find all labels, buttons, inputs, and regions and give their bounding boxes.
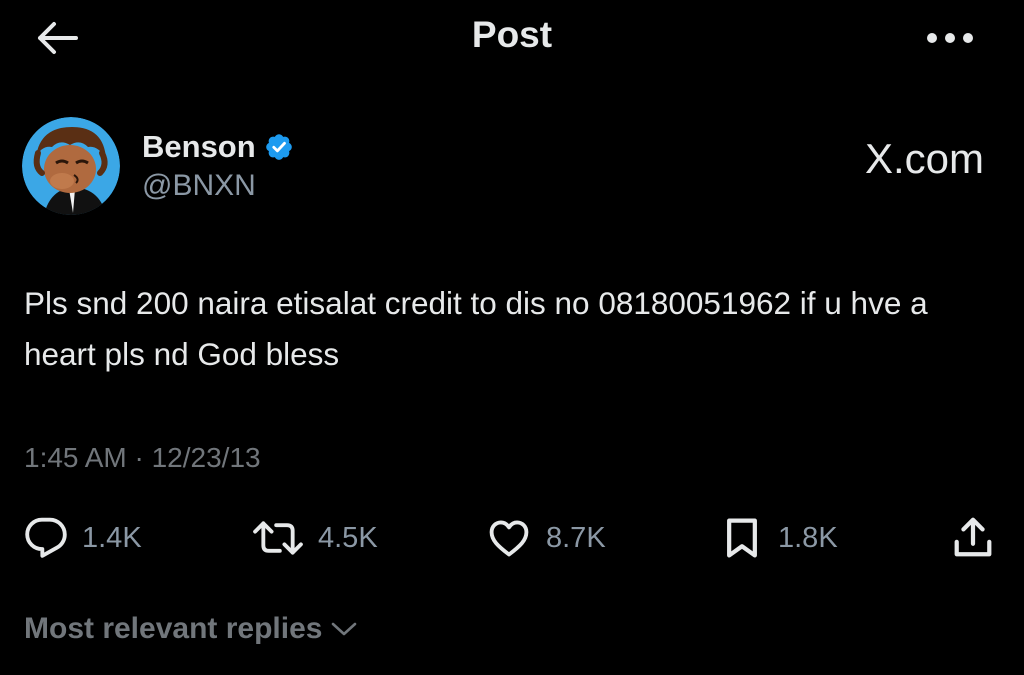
chevron-down-icon [332, 622, 357, 636]
post-author: Benson @BNXN X.com [22, 117, 1002, 217]
page-title: Post [471, 14, 553, 55]
author-name-row: Benson [142, 129, 294, 165]
post-text: Pls snd 200 naira etisalat credit to dis… [24, 285, 928, 372]
more-horizontal-icon [927, 33, 973, 43]
like-count: 8.7K [546, 521, 606, 554]
watermark: X.com [864, 135, 984, 182]
action-bar: 1.4K 4.5K 8.7K 1.8K [0, 510, 1024, 566]
author-handle[interactable]: @BNXN [142, 169, 256, 203]
post-timestamp[interactable]: 1:45 AM · 12/23/13 [24, 442, 261, 474]
share-icon [954, 517, 992, 557]
bookmark-count: 1.8K [778, 521, 838, 554]
author-name[interactable]: Benson [142, 129, 256, 165]
reply-count: 1.4K [82, 521, 142, 554]
avatar[interactable] [22, 117, 120, 215]
reply-button[interactable]: 1.4K [24, 510, 142, 566]
avatar-image [22, 117, 120, 215]
like-button[interactable]: 8.7K [486, 510, 606, 566]
bookmark-icon [727, 518, 757, 558]
reply-icon [25, 517, 67, 558]
repost-icon [253, 521, 303, 555]
bookmark-button[interactable]: 1.8K [720, 510, 838, 566]
verified-badge-icon [264, 132, 294, 162]
repost-button[interactable]: 4.5K [252, 510, 378, 566]
replies-sort-label: Most relevant replies [24, 612, 323, 645]
top-bar: Post [0, 0, 1024, 80]
heart-icon [489, 520, 529, 557]
more-options-button[interactable] [920, 20, 980, 56]
repost-count: 4.5K [318, 521, 378, 554]
replies-sort-dropdown[interactable]: Most relevant replies [24, 612, 358, 646]
share-button[interactable] [950, 510, 996, 566]
